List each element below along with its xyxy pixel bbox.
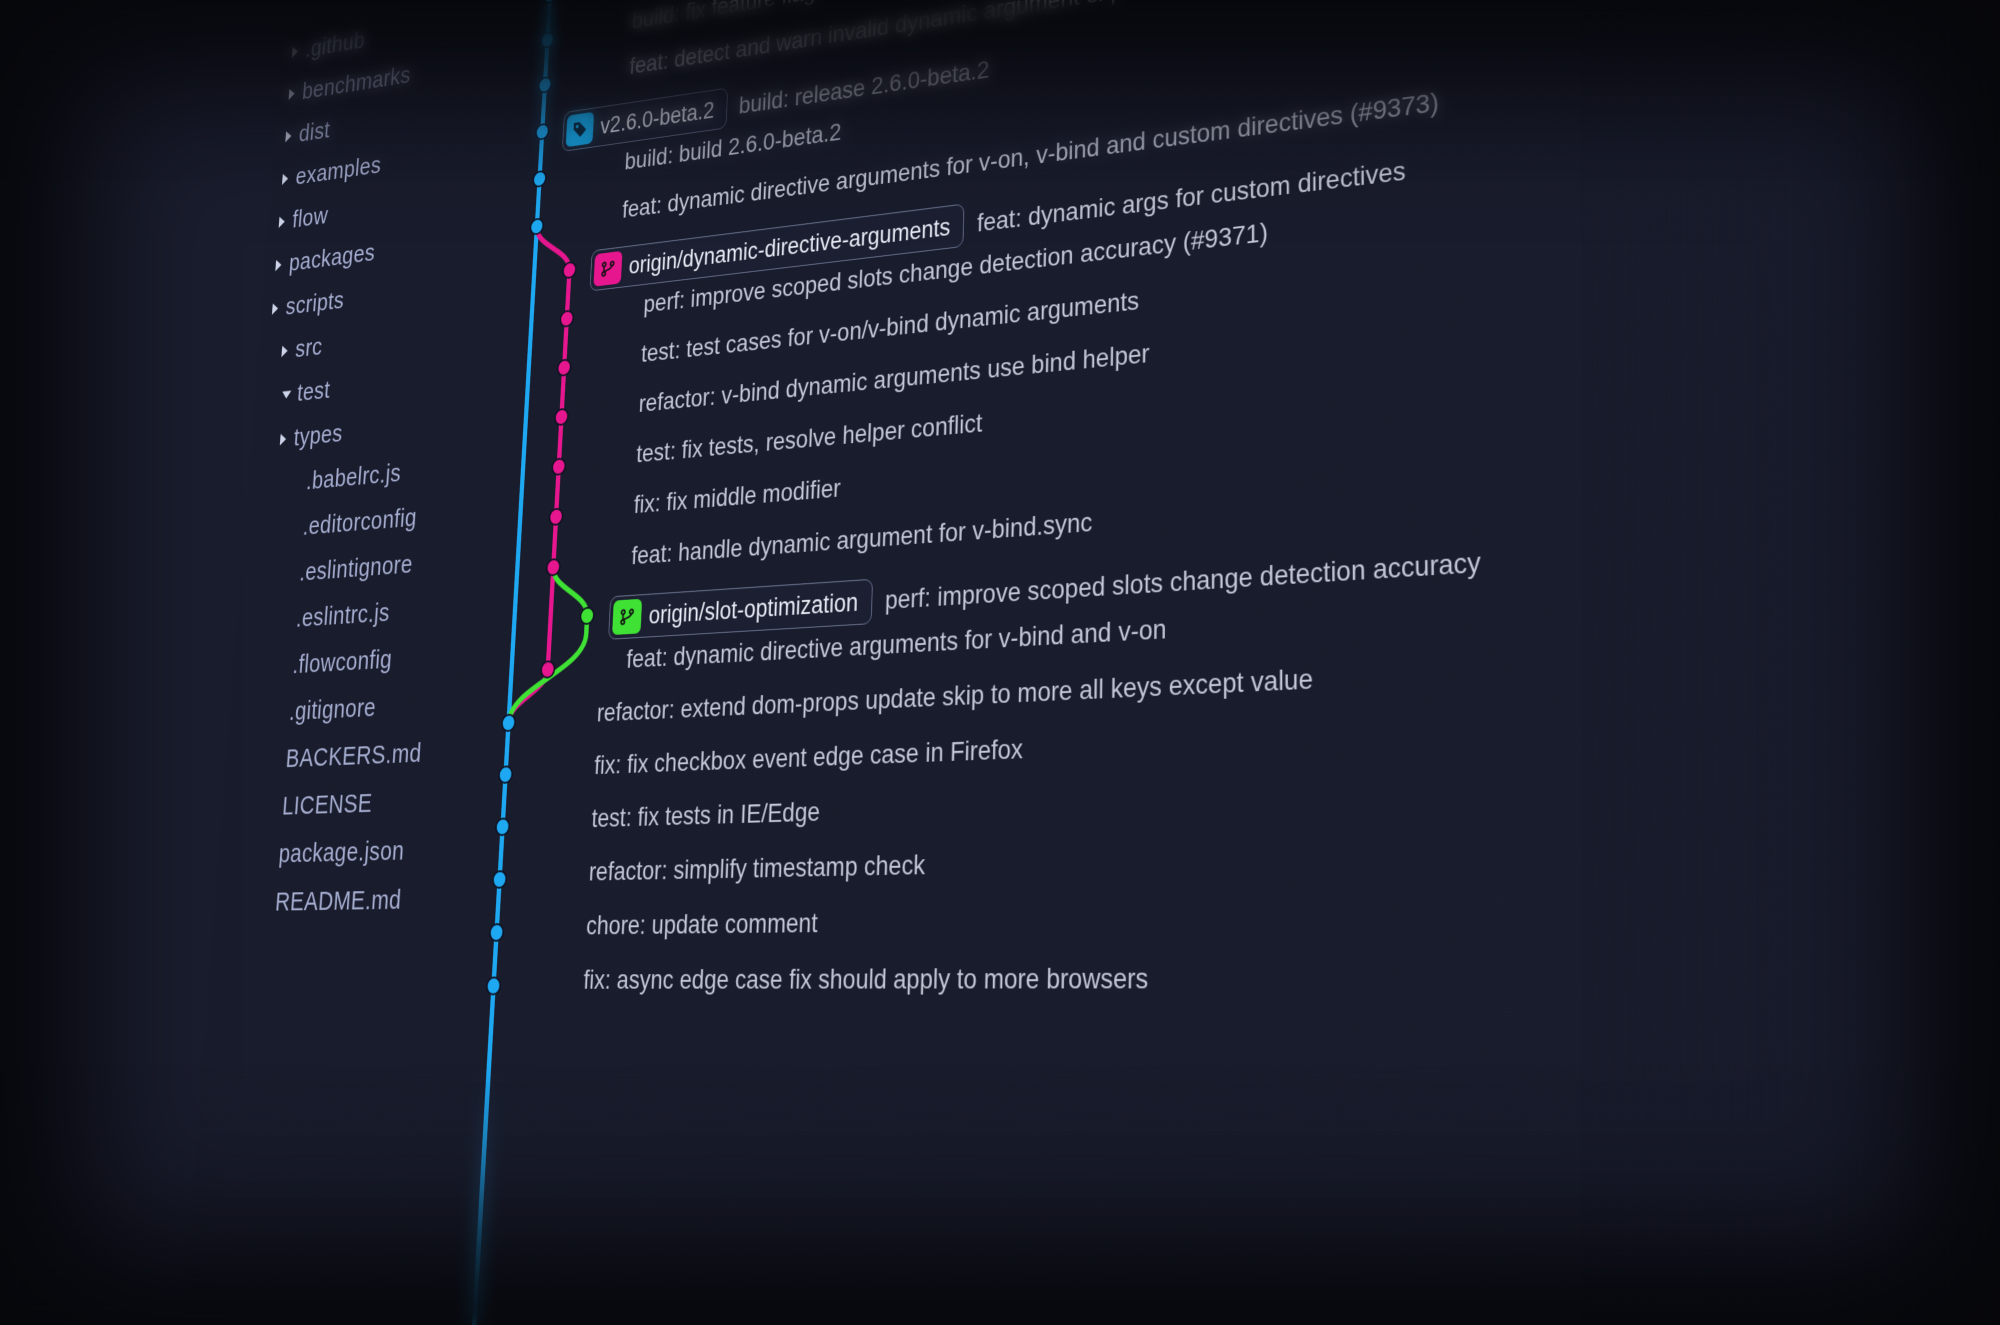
editor-scene: .githubbenchmarksdistexamplesflowpackage… (176, 0, 2000, 1325)
commit-message: perf: improve scoped slots change detect… (885, 548, 1482, 614)
commit-row[interactable]: test: fix tests, resolve helper conflict (636, 410, 983, 467)
commit-row[interactable]: refactor: simplify timestamp check (588, 851, 925, 885)
commit-message: refactor: extend dom-props update skip t… (596, 665, 1313, 726)
commit-row[interactable]: fix: async edge case fix should apply to… (583, 964, 1148, 993)
branch-badge[interactable]: origin/slot-optimization (608, 579, 873, 640)
tree-item-readme-md[interactable]: README.md (224, 875, 460, 928)
commit-message: chore: update comment (586, 909, 818, 939)
tree-item-label: test (296, 368, 332, 416)
chevron-right-icon (282, 391, 292, 399)
tree-item-label: src (294, 325, 324, 372)
chevron-right-icon (289, 88, 296, 100)
tree-item-label: .eslintignore (298, 541, 414, 596)
tree-item-label: types (292, 411, 344, 461)
commit-message: test: fix tests, resolve helper conflict (636, 410, 983, 467)
tree-item-backers-md[interactable]: BACKERS.md (235, 727, 469, 784)
commit-message: feat: dynamic args for custom directives (977, 158, 1406, 237)
tree-item-label: scripts (284, 278, 345, 329)
chevron-right-icon (282, 173, 289, 185)
commit-row[interactable]: feat: handle dynamic argument for v-bind… (631, 509, 1093, 569)
chevron-right-icon (275, 259, 282, 271)
chevron-right-icon (292, 46, 299, 58)
branch-label: origin/slot-optimization (648, 590, 858, 628)
commit-row[interactable]: fix: fix middle modifier (633, 475, 841, 517)
commit-message: feat: handle dynamic argument for v-bind… (631, 509, 1093, 569)
commit-message: fix: fix checkbox event edge case in Fir… (594, 735, 1024, 778)
chevron-right-icon (281, 345, 288, 357)
tag-icon (566, 112, 594, 148)
git-branch-icon (612, 599, 642, 635)
commit-row[interactable]: chore: update comment (586, 909, 818, 939)
tree-item-label: package.json (277, 827, 406, 879)
tree-item-label: BACKERS.md (284, 730, 423, 783)
chevron-right-icon (279, 216, 286, 228)
commit-message: refactor: simplify timestamp check (588, 851, 925, 885)
commit-row[interactable]: fix: fix checkbox event edge case in Fir… (594, 735, 1024, 778)
tag-label: v2.6.0-beta.2 (600, 98, 715, 137)
tree-item-label: .flowconfig (291, 636, 393, 689)
tree-item-package-json[interactable]: package.json (228, 825, 464, 879)
git-branch-icon (593, 251, 622, 287)
commit-message: test: fix tests in IE/Edge (591, 798, 820, 831)
commit-message: fix: async edge case fix should apply to… (583, 964, 1148, 993)
tree-item-label: .gitignore (288, 684, 378, 736)
commit-row[interactable]: refactor: extend dom-props update skip t… (596, 665, 1313, 726)
tree-item-label: LICENSE (281, 780, 374, 831)
tree-item-label: .eslintrc.js (294, 589, 391, 642)
git-graph-panel[interactable]: build: build 2.6.0-beta.3build: fix feat… (433, 0, 2000, 1325)
commit-message: build: release 2.6.0-beta.2 (738, 57, 989, 118)
chevron-right-icon (272, 303, 279, 315)
tree-item-label: flow (291, 194, 330, 242)
chevron-right-icon (280, 433, 287, 445)
commit-row[interactable]: test: fix tests in IE/Edge (591, 798, 820, 831)
commit-message: fix: fix middle modifier (633, 475, 841, 517)
tree-item-label: dist (297, 109, 331, 156)
chevron-right-icon (285, 130, 292, 142)
tree-item-license[interactable]: LICENSE (232, 776, 467, 832)
tree-item-label: README.md (274, 876, 403, 927)
